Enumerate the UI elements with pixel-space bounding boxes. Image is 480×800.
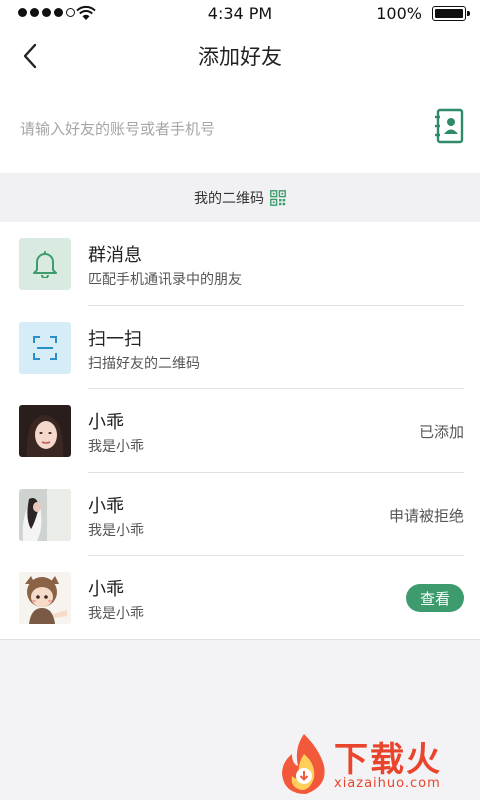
list-item-subtitle: 我是小乖 bbox=[88, 522, 144, 539]
avatar bbox=[19, 572, 71, 625]
flame-logo-icon bbox=[282, 734, 325, 794]
qr-code-label: 我的二维码 bbox=[194, 190, 264, 207]
watermark-brand: 下载火 bbox=[334, 740, 442, 780]
list-item-title: 扫一扫 bbox=[88, 328, 142, 350]
list-item-title: 群消息 bbox=[88, 245, 142, 266]
friend-request-item[interactable]: 小乖 我是小乖 查看 bbox=[0, 556, 480, 640]
list-item-subtitle: 匹配手机通讯录中的朋友 bbox=[88, 272, 242, 288]
list-item-subtitle: 我是小乖 bbox=[88, 606, 144, 623]
list-item-title: 小乖 bbox=[88, 495, 124, 517]
nav-bar: 添加好友 bbox=[0, 28, 480, 84]
battery-percentage: 100% bbox=[376, 4, 422, 23]
status-label: 申请被拒绝 bbox=[388, 506, 464, 525]
list-item-subtitle: 扫描好友的二维码 bbox=[88, 355, 200, 372]
bell-icon-tile bbox=[19, 238, 71, 290]
status-label: 已添加 bbox=[418, 423, 464, 442]
search-input[interactable] bbox=[20, 114, 400, 144]
list-item-subtitle: 我是小乖 bbox=[88, 439, 144, 456]
friend-request-item[interactable]: 小乖 我是小乖 已添加 bbox=[0, 389, 480, 473]
watermark-logo: 下载火 xiazaihuo.com bbox=[276, 732, 476, 796]
contacts-button[interactable] bbox=[434, 108, 466, 144]
bell-icon bbox=[33, 251, 57, 278]
my-qr-code-button[interactable]: 我的二维码 bbox=[0, 173, 480, 222]
divider bbox=[0, 638, 480, 640]
list-item-group-messages[interactable]: 群消息 匹配手机通讯录中的朋友 bbox=[0, 222, 480, 306]
friend-request-item[interactable]: 小乖 我是小乖 申请被拒绝 bbox=[0, 473, 480, 557]
status-bar: 4:34 PM 100% bbox=[0, 0, 480, 28]
scan-icon bbox=[33, 335, 57, 360]
contact-book-icon bbox=[435, 108, 464, 144]
qr-code-icon bbox=[270, 189, 286, 206]
scan-icon-tile bbox=[19, 321, 71, 374]
list-item-title: 小乖 bbox=[88, 579, 124, 601]
friend-list: 群消息 匹配手机通讯录中的朋友 扫一扫 扫描好友的二维码 小乖 我是小乖 已添加… bbox=[0, 222, 480, 640]
list-item-title: 小乖 bbox=[88, 412, 124, 434]
avatar bbox=[19, 405, 71, 458]
page-title: 添加好友 bbox=[198, 45, 282, 69]
watermark-url: xiazaihuo.com bbox=[334, 776, 441, 791]
list-item-scan[interactable]: 扫一扫 扫描好友的二维码 bbox=[0, 306, 480, 390]
avatar bbox=[19, 488, 71, 541]
battery-icon bbox=[432, 6, 470, 21]
view-button[interactable]: 查看 bbox=[406, 584, 464, 613]
search-row bbox=[0, 84, 480, 173]
